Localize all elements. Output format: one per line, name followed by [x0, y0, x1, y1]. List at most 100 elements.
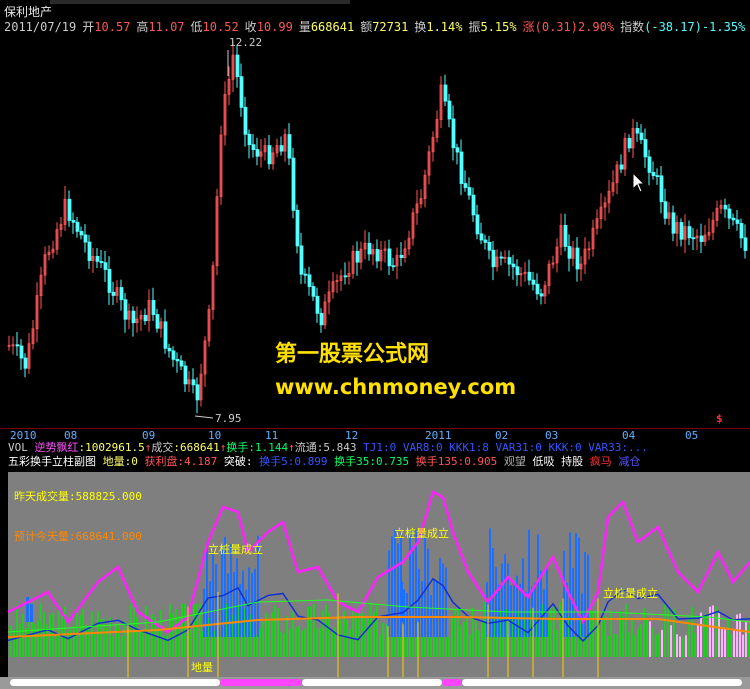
candle-body [723, 204, 728, 210]
volume-column [112, 636, 114, 657]
volume-column [649, 621, 651, 657]
volume-column [592, 611, 594, 657]
hand-label: 换手 [226, 441, 249, 454]
candle-body [475, 214, 480, 235]
candle-body [463, 183, 468, 188]
volume-column [616, 634, 618, 657]
turnover-column [248, 567, 250, 637]
sub-indicator-title[interactable]: 五彩换手立柱副图 地量:0 获利盘:4.187 突破: 换手5:0.899 换手… [8, 455, 640, 468]
candle-body [487, 241, 492, 251]
volume-column [433, 633, 435, 657]
turnover-column [391, 536, 393, 637]
volume-column [196, 603, 198, 657]
volume-column [409, 633, 411, 657]
sub-indicator-item: 低吸 [525, 455, 555, 468]
volume-column [31, 621, 33, 657]
candle-body [155, 314, 160, 329]
candle-body [563, 224, 568, 247]
volume-column [460, 625, 462, 657]
candle-body [639, 132, 644, 140]
turnover-column [587, 554, 589, 637]
candle-body [343, 275, 348, 278]
float-value: :5.843 [316, 441, 357, 454]
volume-column [172, 613, 174, 657]
volume-column [259, 627, 261, 657]
volume-column [13, 629, 15, 657]
volume-column [706, 613, 708, 657]
axis-label: 05 [685, 429, 699, 442]
volume-column [376, 604, 378, 657]
volume-column [679, 636, 681, 657]
volume-column [682, 636, 684, 657]
volume-column [160, 609, 162, 657]
candle-body [307, 274, 312, 287]
volume-column [550, 605, 552, 657]
bottom-scroll-strip[interactable] [0, 677, 750, 689]
turnover-column [569, 532, 571, 637]
candle-body [739, 223, 744, 239]
hand-value: :1.144 [248, 441, 289, 454]
volume-column [475, 620, 477, 657]
candle-body [627, 137, 632, 149]
annotation-3: 立桩量成立 [603, 587, 658, 600]
candle-body [107, 269, 112, 293]
turnover-column [575, 533, 577, 637]
turnover-column [206, 542, 208, 637]
candle-body [99, 261, 104, 264]
stock-name: 保利地产 [4, 5, 53, 19]
candle-body [151, 299, 156, 315]
date-axis: 2010 08 09 10 11 12 2011 02 03 04 05 [0, 428, 750, 442]
watermark-title: 第一股票公式网 [275, 342, 430, 367]
volume-column [79, 615, 81, 657]
strip-segment-4 [442, 679, 462, 686]
candle-body [671, 212, 676, 234]
candle-body [279, 145, 284, 152]
volume-column [262, 621, 264, 657]
strip-segment-5 [462, 679, 742, 686]
volume-column [553, 604, 555, 657]
sub-indicator-item: 换手35:0.735 [327, 455, 410, 468]
trend-value: :1002961.5 [78, 441, 145, 454]
volume-column [574, 635, 576, 657]
candle-body [735, 219, 740, 224]
low-label: 低 [190, 20, 203, 34]
volume-column [670, 625, 672, 657]
volume-column [382, 622, 384, 657]
candle-body [167, 347, 172, 352]
volume-column [721, 627, 723, 657]
sub-indicator-panel[interactable]: 昨天成交量:588825.000 预计今天量:668641.000 立桩量成立 … [8, 472, 750, 677]
candle-body [163, 321, 168, 349]
volume-column [661, 629, 663, 657]
turnover-column [427, 548, 429, 637]
candle-body [511, 263, 516, 268]
candle-body [291, 157, 296, 211]
candle-body [111, 291, 116, 296]
amplitude-label: 振 [468, 20, 481, 34]
volume-column [310, 606, 312, 657]
volume-column [211, 635, 213, 657]
candle-body [455, 147, 460, 153]
price-candlestick-chart[interactable] [0, 36, 750, 428]
max-price-label: 12.22 [229, 36, 263, 49]
candle-body [391, 265, 396, 268]
candle-body [467, 187, 472, 196]
volume-column [289, 628, 291, 657]
sub-indicator-item: 获利盘:4.187 [137, 455, 218, 468]
turnover-column [546, 568, 548, 637]
candle-body [191, 379, 196, 386]
open-value: 10.57 [94, 20, 131, 34]
candle-body [355, 250, 360, 263]
min-price-label: 7.95 [215, 412, 242, 425]
candle-body [635, 128, 640, 134]
volume-column [724, 627, 726, 657]
volume-column [97, 611, 99, 657]
turnover-column [242, 570, 244, 637]
volume-column [148, 630, 150, 657]
volume-column [685, 635, 687, 657]
candle-body [267, 145, 272, 165]
watermark-url: www.chnmoney.com [275, 375, 517, 399]
turnover-label: 换 [414, 20, 427, 34]
turnover-value: 1.14% [426, 20, 463, 34]
annotation-2: 立桩量成立 [394, 527, 449, 540]
candle-body [471, 194, 476, 216]
